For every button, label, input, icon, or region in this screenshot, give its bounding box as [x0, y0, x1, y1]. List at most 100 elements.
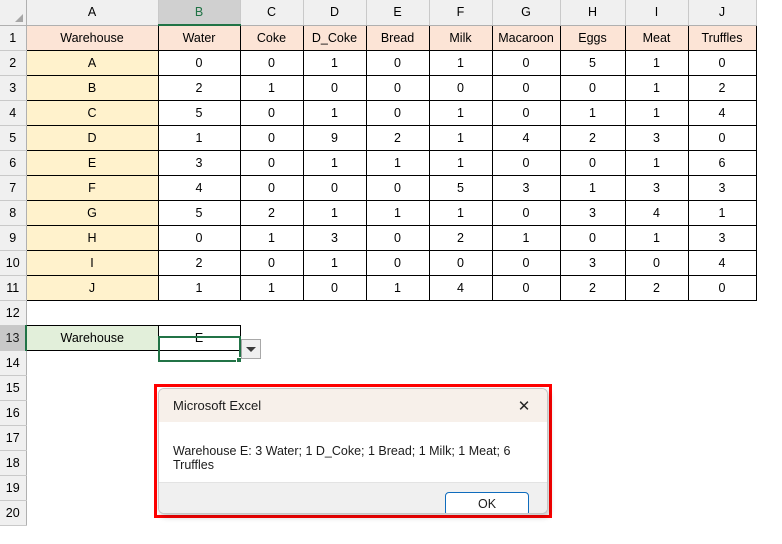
cell-a19[interactable] [26, 475, 158, 500]
cell-d10[interactable]: 1 [302, 249, 367, 276]
cell-d3[interactable]: 0 [302, 74, 367, 101]
cell-d9[interactable]: 3 [302, 224, 367, 251]
cell-h7[interactable]: 1 [559, 174, 626, 201]
cell-f14[interactable] [429, 350, 492, 375]
cell-i5[interactable]: 3 [624, 124, 689, 151]
cell-h17[interactable] [560, 425, 625, 450]
cell-f4[interactable]: 1 [428, 99, 493, 126]
cell-f11[interactable]: 4 [428, 274, 493, 301]
cell-d6[interactable]: 1 [302, 149, 367, 176]
data-validation-dropdown-button[interactable] [241, 339, 261, 359]
cell-a8[interactable]: G [25, 199, 159, 226]
cell-h9[interactable]: 0 [559, 224, 626, 251]
cell-c2[interactable]: 0 [239, 49, 304, 76]
cell-e1[interactable]: Bread [365, 24, 430, 51]
cell-g14[interactable] [492, 350, 560, 375]
cell-g5[interactable]: 4 [491, 124, 561, 151]
column-header-a[interactable]: A [26, 0, 159, 26]
cell-c7[interactable]: 0 [239, 174, 304, 201]
cell-h6[interactable]: 0 [559, 149, 626, 176]
row-header-6[interactable]: 6 [0, 150, 27, 176]
cell-i18[interactable] [625, 450, 688, 475]
cell-c4[interactable]: 0 [239, 99, 304, 126]
column-header-b[interactable]: B [158, 0, 241, 26]
cell-f12[interactable] [429, 300, 492, 325]
cell-b8[interactable]: 5 [157, 199, 241, 226]
cell-j18[interactable] [688, 450, 756, 475]
cell-b10[interactable]: 2 [157, 249, 241, 276]
cell-a17[interactable] [26, 425, 158, 450]
cell-h15[interactable] [560, 375, 625, 400]
cell-i19[interactable] [625, 475, 688, 500]
cell-e5[interactable]: 2 [365, 124, 430, 151]
cell-c10[interactable]: 0 [239, 249, 304, 276]
column-header-g[interactable]: G [492, 0, 561, 26]
cell-j5[interactable]: 0 [687, 124, 757, 151]
cell-d14[interactable] [303, 350, 366, 375]
row-header-2[interactable]: 2 [0, 50, 27, 76]
cell-b5[interactable]: 1 [157, 124, 241, 151]
cell-e6[interactable]: 1 [365, 149, 430, 176]
cell-j20[interactable] [688, 500, 756, 525]
cell-j10[interactable]: 4 [687, 249, 757, 276]
cell-j7[interactable]: 3 [687, 174, 757, 201]
cell-j13[interactable] [688, 325, 756, 350]
cell-e3[interactable]: 0 [365, 74, 430, 101]
cell-d1[interactable]: D_Coke [302, 24, 367, 51]
cell-i1[interactable]: Meat [624, 24, 689, 51]
cell-d7[interactable]: 0 [302, 174, 367, 201]
cell-a2[interactable]: A [25, 49, 159, 76]
cell-g2[interactable]: 0 [491, 49, 561, 76]
cell-b12[interactable] [158, 300, 240, 325]
cell-i15[interactable] [625, 375, 688, 400]
cell-c8[interactable]: 2 [239, 199, 304, 226]
row-header-9[interactable]: 9 [0, 225, 27, 251]
cell-g8[interactable]: 0 [491, 199, 561, 226]
ok-button[interactable]: OK [445, 491, 529, 513]
cell-e4[interactable]: 0 [365, 99, 430, 126]
row-header-8[interactable]: 8 [0, 200, 27, 226]
cell-h3[interactable]: 0 [559, 74, 626, 101]
cell-b9[interactable]: 0 [157, 224, 241, 251]
cell-j1[interactable]: Truffles [687, 24, 757, 51]
cell-b2[interactable]: 0 [157, 49, 241, 76]
cell-d4[interactable]: 1 [302, 99, 367, 126]
cell-g7[interactable]: 3 [491, 174, 561, 201]
cell-a12[interactable] [26, 300, 158, 325]
row-header-7[interactable]: 7 [0, 175, 27, 201]
cell-f9[interactable]: 2 [428, 224, 493, 251]
cell-f3[interactable]: 0 [428, 74, 493, 101]
cell-g4[interactable]: 0 [491, 99, 561, 126]
row-header-13[interactable]: 13 [0, 325, 27, 351]
cell-j19[interactable] [688, 475, 756, 500]
cell-a6[interactable]: E [25, 149, 159, 176]
cell-i9[interactable]: 1 [624, 224, 689, 251]
cell-j11[interactable]: 0 [687, 274, 757, 301]
cell-b7[interactable]: 4 [157, 174, 241, 201]
cell-e7[interactable]: 0 [365, 174, 430, 201]
cell-h18[interactable] [560, 450, 625, 475]
cell-a9[interactable]: H [25, 224, 159, 251]
select-all-corner[interactable] [0, 0, 27, 26]
close-icon[interactable]: ✕ [509, 393, 539, 419]
column-header-h[interactable]: H [560, 0, 626, 26]
cell-i12[interactable] [625, 300, 688, 325]
cell-f6[interactable]: 1 [428, 149, 493, 176]
cell-f10[interactable]: 0 [428, 249, 493, 276]
cell-j4[interactable]: 4 [687, 99, 757, 126]
row-header-10[interactable]: 10 [0, 250, 27, 276]
cell-a14[interactable] [26, 350, 158, 375]
column-header-e[interactable]: E [366, 0, 430, 26]
cell-e9[interactable]: 0 [365, 224, 430, 251]
cell-h11[interactable]: 2 [559, 274, 626, 301]
cell-h8[interactable]: 3 [559, 199, 626, 226]
row-header-5[interactable]: 5 [0, 125, 27, 151]
cell-d11[interactable]: 0 [302, 274, 367, 301]
cell-j17[interactable] [688, 425, 756, 450]
row-header-15[interactable]: 15 [0, 375, 27, 401]
cell-a7[interactable]: F [25, 174, 159, 201]
cell-i16[interactable] [625, 400, 688, 425]
row-header-11[interactable]: 11 [0, 275, 27, 301]
cell-a3[interactable]: B [25, 74, 159, 101]
cell-h12[interactable] [560, 300, 625, 325]
